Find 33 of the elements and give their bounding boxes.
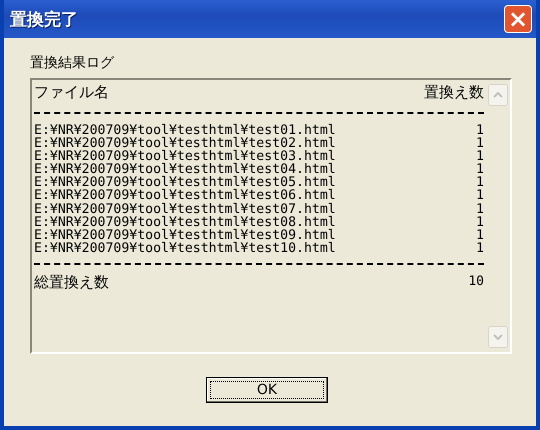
- replace-count: 1: [476, 163, 484, 176]
- log-text-area[interactable]: [30, 78, 512, 354]
- file-path: E:¥NR¥200709¥tool¥testhtml¥test05.html: [34, 176, 336, 190]
- replace-count: 1: [476, 242, 484, 255]
- scroll-up-icon[interactable]: [493, 92, 503, 98]
- scroll-down-button[interactable]: [488, 326, 508, 348]
- replace-count: 1: [476, 216, 484, 229]
- file-path: E:¥NR¥200709¥tool¥testhtml¥test04.html: [34, 163, 336, 176]
- total-count: 10: [468, 274, 484, 289]
- replace-count: 1: [476, 202, 484, 216]
- scroll-down-icon[interactable]: [493, 334, 503, 340]
- total-label: 総置換え数: [34, 274, 109, 289]
- file-path: E:¥NR¥200709¥tool¥testhtml¥test10.html: [34, 242, 336, 255]
- group-label: 置換結果ログ: [30, 54, 116, 72]
- file-path: E:¥NR¥200709¥tool¥testhtml¥test08.html: [34, 216, 336, 229]
- column-header: ファイル名: [34, 82, 109, 103]
- column-header: 置換え数: [424, 82, 484, 103]
- file-path: E:¥NR¥200709¥tool¥testhtml¥test09.html: [34, 228, 336, 242]
- replace-count: 1: [476, 124, 484, 138]
- file-path: E:¥NR¥200709¥tool¥testhtml¥test02.html: [34, 137, 336, 150]
- replace-count: 1: [476, 189, 484, 203]
- scroll-up-button[interactable]: [488, 84, 508, 106]
- window-title: 置換完了: [10, 8, 78, 30]
- replace-count: 1: [476, 137, 484, 150]
- file-path: E:¥NR¥200709¥tool¥testhtml¥test01.html: [34, 124, 336, 138]
- file-path: E:¥NR¥200709¥tool¥testhtml¥test07.html: [34, 202, 336, 216]
- file-path: E:¥NR¥200709¥tool¥testhtml¥test06.html: [34, 189, 336, 203]
- ok-button[interactable]: OK: [206, 377, 328, 403]
- close-button[interactable]: ×: [504, 5, 532, 33]
- replace-count: 1: [476, 228, 484, 242]
- replace-count: 1: [476, 176, 484, 190]
- file-path: E:¥NR¥200709¥tool¥testhtml¥test03.html: [34, 150, 336, 164]
- replace-count: 1: [476, 150, 484, 164]
